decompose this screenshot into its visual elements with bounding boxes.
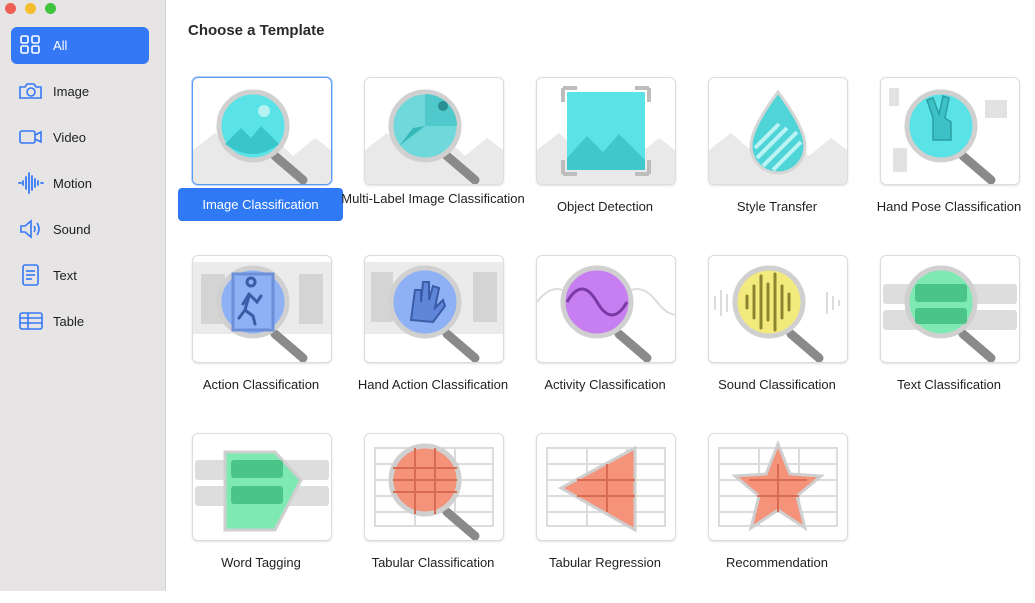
template-chooser: Choose a Template Image Classification M…	[166, 0, 1035, 591]
sidebar-item-label: Image	[53, 84, 90, 99]
table-regression-icon	[536, 433, 676, 541]
template-recommendation[interactable]: Recommendation	[682, 433, 854, 603]
multi-label-magnifier-icon	[364, 77, 504, 185]
waveform-icon	[18, 171, 44, 195]
object-frame-icon	[536, 77, 676, 185]
template-label: Activity Classification	[544, 377, 666, 392]
template-hand-pose-classification[interactable]: Hand Pose Classification	[854, 77, 1026, 247]
sidebar-item-text[interactable]: Text	[11, 257, 149, 294]
sound-magnifier-icon	[708, 255, 848, 363]
hand-pose-magnifier-icon	[880, 77, 1020, 185]
sidebar: All Image Video Motion Sound Text Table	[0, 0, 166, 591]
sidebar-item-label: Table	[53, 314, 85, 329]
sidebar-item-label: Sound	[53, 222, 91, 237]
template-label: Hand Pose Classification	[876, 199, 1022, 214]
sidebar-item-sound[interactable]: Sound	[11, 211, 149, 248]
word-tag-icon	[192, 433, 332, 541]
template-label: Sound Classification	[718, 377, 836, 392]
zoom-window-button[interactable]	[45, 3, 56, 14]
template-object-detection[interactable]: Object Detection	[510, 77, 682, 247]
template-label: Recommendation	[726, 555, 828, 570]
template-label: Word Tagging	[221, 555, 301, 570]
template-text-classification[interactable]: Text Classification	[854, 255, 1026, 425]
video-camera-icon	[18, 125, 44, 149]
document-icon	[18, 263, 44, 287]
template-label: Multi-Label Image Classification	[341, 191, 525, 206]
template-label: Image Classification	[178, 188, 343, 221]
template-hand-action-classification[interactable]: Hand Action Classification	[338, 255, 510, 425]
sidebar-item-video[interactable]: Video	[11, 119, 149, 156]
text-magnifier-icon	[880, 255, 1020, 363]
close-window-button[interactable]	[5, 3, 16, 14]
hand-action-magnifier-icon	[364, 255, 504, 363]
template-tabular-regression[interactable]: Tabular Regression	[510, 433, 682, 603]
template-label: Hand Action Classification	[357, 377, 509, 392]
template-label: Tabular Regression	[548, 555, 661, 570]
activity-wave-magnifier-icon	[536, 255, 676, 363]
sidebar-item-image[interactable]: Image	[11, 73, 149, 110]
sidebar-nav: All Image Video Motion Sound Text Table	[11, 27, 149, 349]
star-table-icon	[708, 433, 848, 541]
template-tabular-classification[interactable]: Tabular Classification	[338, 433, 510, 603]
sidebar-item-motion[interactable]: Motion	[11, 165, 149, 202]
action-runner-magnifier-icon	[192, 255, 332, 363]
sidebar-item-label: Text	[53, 268, 77, 283]
camera-icon	[18, 79, 44, 103]
grid-icon	[18, 33, 44, 57]
template-sound-classification[interactable]: Sound Classification	[682, 255, 854, 425]
template-action-classification[interactable]: Action Classification	[166, 255, 338, 425]
image-magnifier-icon	[192, 77, 332, 185]
template-label: Object Detection	[556, 199, 654, 214]
template-image-classification[interactable]: Image Classification	[166, 77, 343, 247]
template-label: Action Classification	[202, 377, 320, 392]
sidebar-item-label: All	[53, 38, 68, 53]
template-style-transfer[interactable]: Style Transfer	[682, 77, 854, 247]
template-label: Text Classification	[896, 377, 1002, 392]
page-title: Choose a Template	[188, 22, 325, 39]
table-icon	[18, 309, 44, 333]
speaker-icon	[18, 217, 44, 241]
sidebar-item-table[interactable]: Table	[11, 303, 149, 340]
minimize-window-button[interactable]	[25, 3, 36, 14]
template-label: Tabular Classification	[371, 555, 495, 570]
template-activity-classification[interactable]: Activity Classification	[510, 255, 682, 425]
template-label: Style Transfer	[736, 199, 818, 214]
table-magnifier-icon	[364, 433, 504, 541]
sidebar-item-label: Video	[53, 130, 87, 145]
style-drop-icon	[708, 77, 848, 185]
sidebar-item-all[interactable]: All	[11, 27, 149, 64]
template-multi-label-image-classification[interactable]: Multi-Label Image Classification	[338, 77, 525, 247]
template-word-tagging[interactable]: Word Tagging	[166, 433, 338, 603]
sidebar-item-label: Motion	[53, 176, 93, 191]
